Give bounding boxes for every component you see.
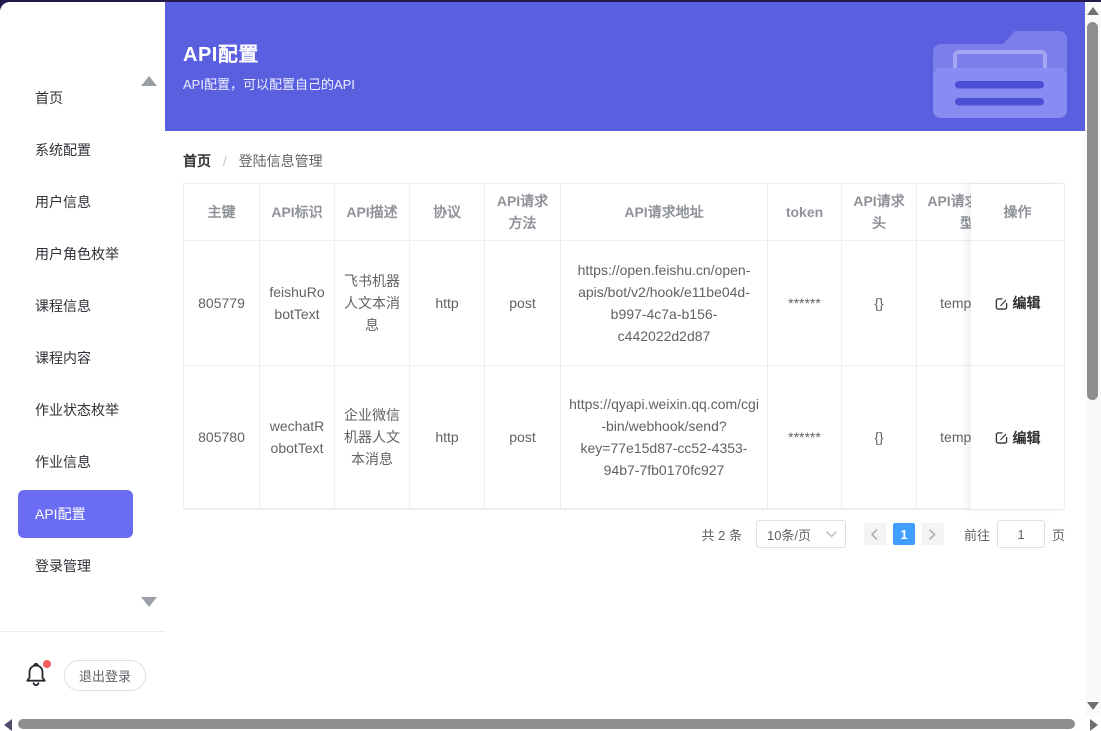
page-size-value: 10条/页 bbox=[767, 525, 811, 544]
prev-page-button[interactable] bbox=[864, 523, 886, 545]
scrollbar-left-arrow-icon[interactable] bbox=[4, 719, 12, 731]
edit-button[interactable]: 编辑 bbox=[995, 428, 1041, 448]
column-header-actions: 操作 bbox=[971, 184, 1064, 241]
breadcrumb-current: 登陆信息管理 bbox=[239, 153, 323, 169]
edit-icon bbox=[995, 297, 1008, 310]
breadcrumb-separator: / bbox=[223, 153, 227, 169]
cell-api-desc: 飞书机器人文本消息 bbox=[335, 241, 410, 366]
table-header-row: 主键 API标识 API描述 协议 API请求方法 API请求地址 token … bbox=[184, 184, 1064, 241]
folder-illustration-icon bbox=[925, 22, 1075, 118]
cell-headers: {} bbox=[842, 241, 917, 366]
sidebar-item-system-config[interactable]: 系统配置 bbox=[0, 124, 165, 176]
table-row: 805779 feishuRobotText 飞书机器人文本消息 http po… bbox=[184, 241, 1064, 366]
table-row: 805780 wechatRobotText 企业微信机器人文本消息 http … bbox=[184, 366, 1064, 509]
breadcrumb: 首页 / 登陆信息管理 bbox=[183, 151, 1065, 171]
page-number-1[interactable]: 1 bbox=[893, 523, 915, 545]
cell-protocol: http bbox=[410, 241, 485, 366]
cell-headers: {} bbox=[842, 366, 917, 509]
sidebar-item-course-content[interactable]: 课程内容 bbox=[0, 332, 165, 384]
logout-button[interactable]: 退出登录 bbox=[64, 660, 146, 691]
page-subtitle: API配置，可以配置自己的API bbox=[183, 74, 355, 93]
edit-button-label: 编辑 bbox=[1013, 293, 1041, 313]
goto-page-input[interactable] bbox=[997, 520, 1045, 548]
chevron-down-icon bbox=[826, 531, 837, 538]
sidebar-divider bbox=[0, 631, 165, 632]
sidebar-item-course-info[interactable]: 课程信息 bbox=[0, 280, 165, 332]
column-header-url: API请求地址 bbox=[561, 184, 768, 241]
cell-method: post bbox=[485, 241, 561, 366]
column-header-token: token bbox=[768, 184, 842, 241]
sidebar-item-homework-info[interactable]: 作业信息 bbox=[0, 436, 165, 488]
column-header-api-key: API标识 bbox=[260, 184, 335, 241]
pagination-bar: 共 2 条 10条/页 1 前 bbox=[183, 520, 1065, 548]
goto-label: 前往 bbox=[964, 525, 990, 544]
horizontal-scrollbar[interactable] bbox=[0, 716, 1085, 731]
cell-actions: 编辑 bbox=[971, 366, 1064, 509]
horizontal-scrollbar-thumb[interactable] bbox=[18, 719, 1075, 729]
breadcrumb-home-link[interactable]: 首页 bbox=[183, 153, 211, 169]
scrollbar-right-arrow-icon[interactable] bbox=[1090, 719, 1098, 731]
api-config-table: 主键 API标识 API描述 协议 API请求方法 API请求地址 token … bbox=[183, 183, 1065, 510]
edit-button[interactable]: 编辑 bbox=[995, 293, 1041, 313]
sidebar-item-homework-status-enum[interactable]: 作业状态枚举 bbox=[0, 384, 165, 436]
sidebar-menu: 首页 系统配置 用户信息 用户角色枚举 课程信息 课程内容 作业状态枚举 作业信… bbox=[0, 72, 165, 592]
column-header-method: API请求方法 bbox=[485, 184, 561, 241]
column-header-protocol: 协议 bbox=[410, 184, 485, 241]
app-window: 首页 系统配置 用户信息 用户角色枚举 课程信息 课程内容 作业状态枚举 作业信… bbox=[0, 2, 1101, 731]
scrollbar-down-arrow-icon[interactable] bbox=[1087, 702, 1099, 710]
scrollbar-up-arrow-icon[interactable] bbox=[1087, 7, 1099, 15]
column-header-headers: API请求头 bbox=[842, 184, 917, 241]
edit-button-label: 编辑 bbox=[1013, 428, 1041, 448]
edit-icon bbox=[995, 431, 1008, 444]
sidebar: 首页 系统配置 用户信息 用户角色枚举 课程信息 课程内容 作业状态枚举 作业信… bbox=[0, 2, 166, 731]
sidebar-item-user-info[interactable]: 用户信息 bbox=[0, 176, 165, 228]
column-header-id: 主键 bbox=[184, 184, 260, 241]
cell-url: https://open.feishu.cn/open-apis/bot/v2/… bbox=[561, 241, 768, 366]
cell-id: 805779 bbox=[184, 241, 260, 366]
page-header-banner: API配置 API配置，可以配置自己的API bbox=[165, 2, 1085, 131]
content-area: 首页 / 登陆信息管理 主键 API标识 API描述 协议 API请求方法 AP… bbox=[165, 131, 1085, 731]
cell-protocol: http bbox=[410, 366, 485, 509]
sidebar-item-user-role-enum[interactable]: 用户角色枚举 bbox=[0, 228, 165, 280]
pagination-total: 共 2 条 bbox=[702, 525, 742, 544]
vertical-scrollbar-thumb[interactable] bbox=[1087, 22, 1098, 400]
chevron-left-icon bbox=[871, 529, 878, 540]
page-unit-label: 页 bbox=[1052, 525, 1065, 544]
next-page-button[interactable] bbox=[922, 523, 944, 545]
sidebar-item-home[interactable]: 首页 bbox=[0, 72, 165, 124]
page-size-select[interactable]: 10条/页 bbox=[756, 520, 846, 548]
cell-method: post bbox=[485, 366, 561, 509]
vertical-scrollbar[interactable] bbox=[1085, 2, 1101, 716]
cell-actions: 编辑 bbox=[971, 241, 1064, 366]
cell-id: 805780 bbox=[184, 366, 260, 509]
notification-bell-button[interactable] bbox=[24, 661, 50, 689]
chevron-right-icon bbox=[929, 529, 936, 540]
cell-api-key: feishuRobotText bbox=[260, 241, 335, 366]
cell-api-key: wechatRobotText bbox=[260, 366, 335, 509]
cell-url: https://qyapi.weixin.qq.com/cgi-bin/webh… bbox=[561, 366, 768, 509]
main-area: API配置 API配置，可以配置自己的API 首页 / 登陆信息管理 主键 AP… bbox=[165, 2, 1085, 731]
page-title: API配置 bbox=[183, 38, 259, 67]
notification-dot-badge bbox=[43, 660, 51, 668]
sidebar-item-api-config[interactable]: API配置 bbox=[18, 490, 133, 538]
cell-token: ****** bbox=[768, 366, 842, 509]
sidebar-footer: 退出登录 bbox=[0, 652, 165, 698]
fixed-action-column: 操作 编辑 bbox=[971, 184, 1064, 509]
sidebar-item-login-management[interactable]: 登录管理 bbox=[0, 540, 165, 592]
cell-api-desc: 企业微信机器人文本消息 bbox=[335, 366, 410, 509]
sidebar-scroll-down-icon[interactable] bbox=[141, 597, 157, 607]
column-header-api-desc: API描述 bbox=[335, 184, 410, 241]
cell-token: ****** bbox=[768, 241, 842, 366]
